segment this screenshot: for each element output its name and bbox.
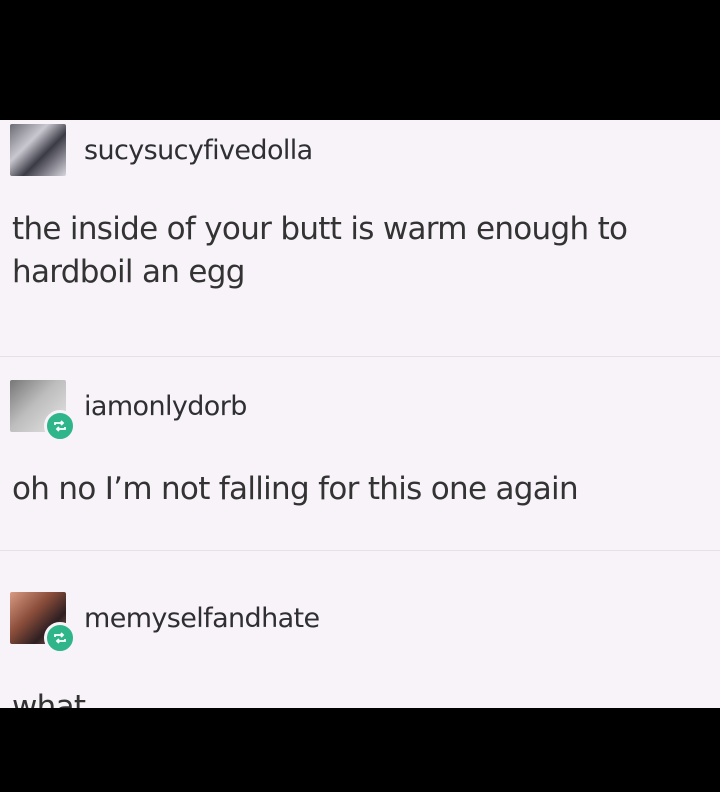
avatar[interactable] [10, 380, 76, 442]
divider [0, 550, 720, 551]
tumblr-thread: sucysucyfivedolla the inside of your but… [0, 120, 720, 708]
reblog-icon [44, 410, 76, 442]
avatar[interactable] [10, 592, 76, 654]
screenshot-frame: sucysucyfivedolla the inside of your but… [0, 0, 720, 792]
username-link[interactable]: sucysucyfivedolla [84, 135, 313, 166]
post-body: oh no I’m not falling for this one again [12, 471, 579, 507]
post-body: the inside of your butt is warm enough t… [12, 211, 628, 290]
post-header: sucysucyfivedolla [10, 124, 313, 176]
post-body: what [12, 689, 86, 708]
divider [0, 356, 720, 357]
avatar[interactable] [10, 124, 66, 176]
post-header: iamonlydorb [10, 380, 247, 442]
username-link[interactable]: iamonlydorb [84, 391, 247, 422]
reblog-icon [44, 622, 76, 654]
post-header: memyselfandhate [10, 592, 320, 654]
username-link[interactable]: memyselfandhate [84, 603, 320, 634]
